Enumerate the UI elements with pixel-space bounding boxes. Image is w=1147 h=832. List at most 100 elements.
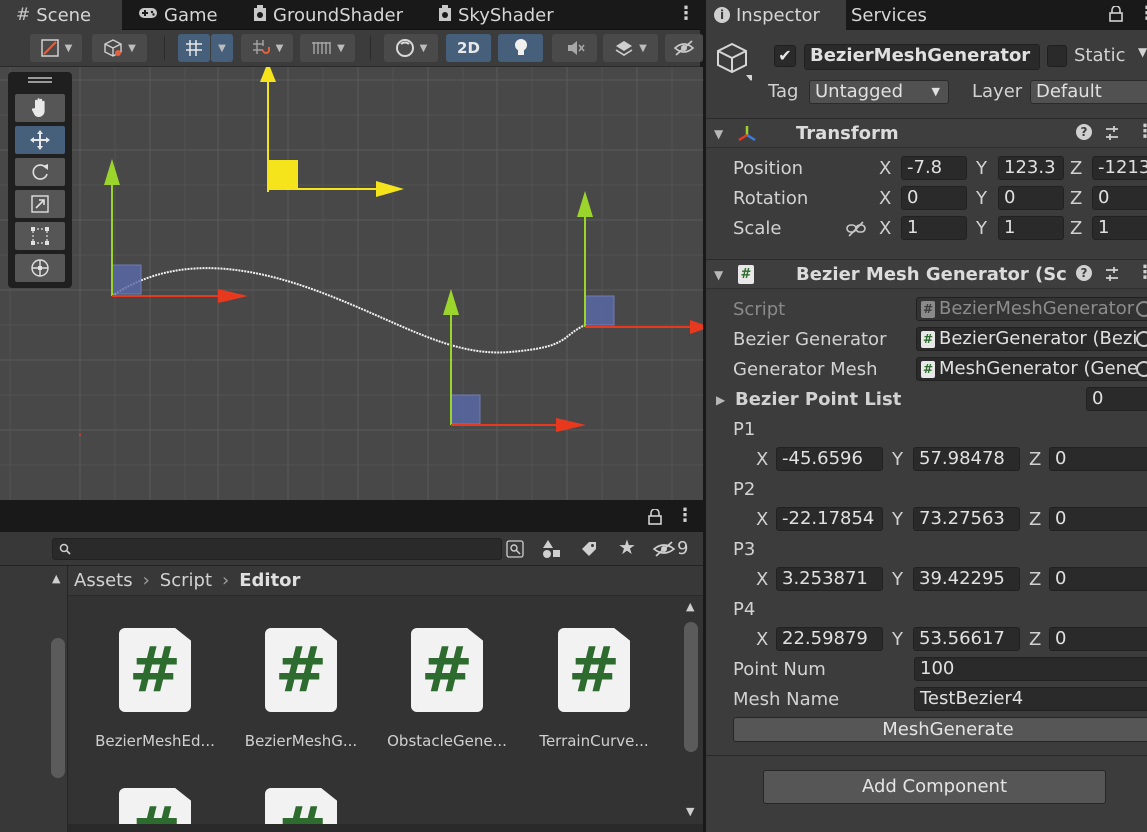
asset-item[interactable]: # ObstacleGene... [382, 628, 512, 750]
search-by-type-icon[interactable] [506, 540, 524, 558]
grid-visibility-dropdown[interactable]: ▼ [300, 34, 355, 62]
tab-skyshader[interactable]: SkyShader [422, 0, 582, 30]
generator-mesh-field[interactable]: # MeshGenerator (Gene [916, 357, 1147, 381]
tab-services[interactable]: Services [846, 0, 966, 30]
chevron-down-icon[interactable]: ▼ [714, 268, 723, 282]
bezier-generator-field[interactable]: # BezierGenerator (Bezi [916, 327, 1147, 351]
mesh-name-input[interactable]: TestBezier4 [914, 687, 1147, 711]
increment-snap-dropdown[interactable]: ▼ [241, 34, 293, 62]
transform-header[interactable]: ▼ Transform ? ⋮ [706, 118, 1147, 148]
preset-icon[interactable] [1104, 266, 1120, 282]
point-num-input[interactable]: 100 [914, 657, 1147, 681]
lighting-toggle[interactable] [498, 34, 543, 62]
p2-y-input[interactable]: 73.27563 [913, 507, 1020, 531]
render-mode-dropdown[interactable]: ▼ [92, 34, 147, 62]
help-icon[interactable]: ? [1076, 265, 1092, 281]
scale-x-input[interactable]: 1 [901, 216, 967, 240]
point-list-size-input[interactable]: 0 [1086, 387, 1147, 411]
rect-tool[interactable] [15, 222, 65, 250]
chevron-right-icon[interactable]: ▶ [716, 393, 725, 407]
p4-z-input[interactable]: 0 [1049, 627, 1147, 651]
object-picker-icon[interactable] [1136, 331, 1147, 347]
asset-item[interactable]: # BezierMeshG... [236, 628, 366, 750]
preset-icon[interactable] [1104, 125, 1120, 141]
label-filter-icon[interactable] [580, 540, 598, 558]
scale-y-input[interactable]: 1 [998, 216, 1064, 240]
p4-x-input[interactable]: 22.59879 [776, 627, 883, 651]
scene-viewport[interactable] [0, 67, 703, 500]
asset-item[interactable]: # [90, 788, 220, 824]
grid-snap-toggle[interactable] [178, 34, 210, 62]
scroll-up-arrow[interactable]: ▲ [686, 600, 694, 613]
active-checkbox[interactable]: ✔ [774, 45, 796, 67]
p3-x-input[interactable]: 3.253871 [776, 567, 883, 591]
rotation-y-input[interactable]: 0 [998, 186, 1064, 210]
rotate-tool[interactable] [15, 158, 65, 186]
layer-dropdown[interactable]: Default [1030, 80, 1147, 104]
p2-z-input[interactable]: 0 [1049, 507, 1147, 531]
position-y-input[interactable]: 123.3 [998, 156, 1064, 180]
more-icon[interactable]: ⋮ [1136, 121, 1147, 142]
audio-toggle[interactable] [552, 34, 597, 62]
p1-z-input[interactable]: 0 [1049, 447, 1147, 471]
drag-handle[interactable] [28, 77, 52, 83]
tab-game[interactable]: Game [122, 0, 237, 30]
transform-tool[interactable] [15, 254, 65, 282]
asset-item[interactable]: # BezierMeshEd... [90, 628, 220, 750]
asset-item[interactable]: # [236, 788, 366, 824]
rotation-z-input[interactable]: 0 [1092, 186, 1147, 210]
grid-snap-dropdown[interactable]: ▼ [211, 34, 233, 62]
more-icon[interactable]: ⋮ [677, 3, 695, 24]
effects-dropdown[interactable]: ▼ [603, 34, 658, 62]
breadcrumb-item[interactable]: Assets [74, 570, 133, 591]
draw-mode-dropdown[interactable]: ▼ [30, 34, 82, 62]
chevron-down-icon[interactable]: ▼ [1138, 45, 1147, 59]
position-z-input[interactable]: -1213 [1092, 156, 1147, 180]
p4-y-input[interactable]: 53.56617 [913, 627, 1020, 651]
hand-tool[interactable] [15, 94, 65, 122]
add-component-button[interactable]: Add Component [763, 770, 1106, 804]
unlinked-chain-icon[interactable] [846, 220, 866, 238]
shading-dropdown[interactable]: ▼ [384, 34, 438, 62]
folder-tree-scrollbar[interactable] [51, 638, 65, 778]
rotation-x-input[interactable]: 0 [901, 186, 967, 210]
static-checkbox[interactable] [1047, 45, 1067, 67]
mesh-generate-button[interactable]: MeshGenerate [733, 717, 1147, 742]
bezier-component-header[interactable]: ▼ # Bezier Mesh Generator (Scrip ? ⋮ [706, 259, 1147, 289]
scale-z-input[interactable]: 1 [1092, 216, 1147, 240]
project-folder-tree[interactable]: ▲ [0, 566, 68, 832]
more-icon[interactable]: ⋮ [1136, 262, 1147, 283]
help-icon[interactable]: ? [1076, 124, 1092, 140]
scroll-up-arrow[interactable]: ▲ [52, 572, 60, 585]
lock-icon[interactable] [1109, 6, 1123, 22]
scale-tool[interactable] [15, 190, 65, 218]
eye-slash-icon[interactable] [652, 540, 676, 558]
object-name-input[interactable]: BezierMeshGenerator [804, 44, 1040, 70]
search-input[interactable] [52, 538, 502, 560]
p3-z-input[interactable]: 0 [1049, 567, 1147, 591]
shapes-filter-icon[interactable] [541, 539, 561, 559]
star-icon[interactable]: ★ [618, 535, 636, 559]
position-x-input[interactable]: -7.8 [901, 156, 967, 180]
more-icon[interactable]: ⋮ [676, 505, 694, 526]
hidden-objects-toggle[interactable] [665, 34, 703, 62]
more-icon[interactable]: ⋮ [1138, 3, 1147, 24]
p1-x-input[interactable]: -45.6596 [776, 447, 883, 471]
breadcrumb-item-current[interactable]: Editor [239, 570, 300, 591]
scroll-down-arrow[interactable]: ▼ [686, 805, 694, 818]
p3-y-input[interactable]: 39.42295 [913, 567, 1020, 591]
asset-grid-scrollbar[interactable] [684, 622, 698, 752]
p1-y-input[interactable]: 57.98478 [913, 447, 1020, 471]
tab-scene[interactable]: # Scene [0, 0, 122, 30]
tab-groundshader[interactable]: GroundShader [237, 0, 417, 30]
2d-mode-toggle[interactable]: 2D [446, 34, 491, 62]
chevron-down-icon[interactable]: ▼ [714, 127, 723, 141]
object-picker-icon[interactable] [1136, 361, 1147, 377]
p2-x-input[interactable]: -22.17854 [776, 507, 883, 531]
tab-inspector[interactable]: i Inspector [706, 0, 846, 30]
tag-dropdown[interactable]: Untagged ▼ [809, 80, 949, 104]
move-tool[interactable] [15, 126, 65, 154]
lock-icon[interactable] [648, 509, 662, 525]
breadcrumb-item[interactable]: Script [160, 570, 212, 591]
asset-item[interactable]: # TerrainCurve... [529, 628, 659, 750]
